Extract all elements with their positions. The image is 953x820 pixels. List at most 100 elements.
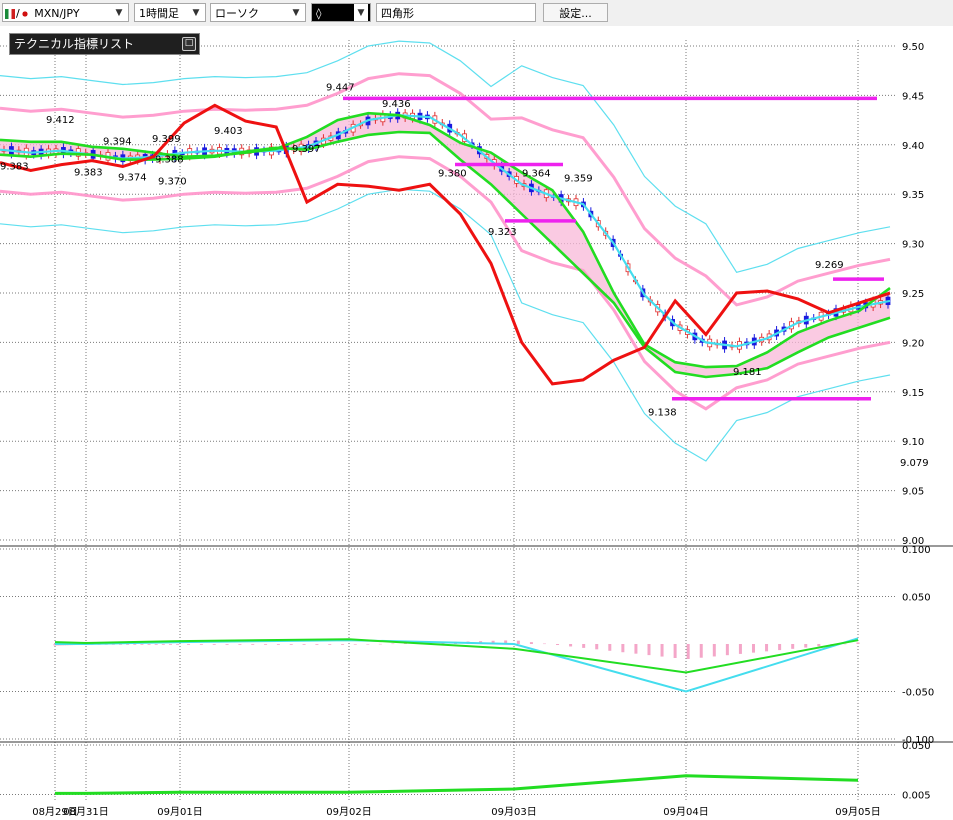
macd-histogram-bar bbox=[647, 644, 651, 656]
date-tick-label: 08月31日 bbox=[63, 806, 108, 818]
macd-histogram-bar bbox=[199, 644, 203, 645]
macd-histogram-bar bbox=[154, 644, 158, 645]
macd-tick-label: 0.050 bbox=[902, 593, 931, 604]
macd-histogram-bar bbox=[529, 642, 533, 644]
draw-tool-icon: ◊ bbox=[316, 7, 322, 20]
macd-histogram-bar bbox=[366, 644, 370, 645]
macd-histogram-bar bbox=[569, 644, 573, 647]
chart-area: 9.383 9.412 9.383 9.394 9.374 9.399 9.388 9.370… bbox=[0, 26, 953, 820]
price-annotation: 9.269 bbox=[815, 260, 844, 271]
macd-histogram-bar bbox=[276, 644, 280, 645]
chevron-down-icon[interactable]: ▼ bbox=[189, 4, 203, 21]
sub-tick-label: 0.005 bbox=[902, 791, 931, 802]
date-tick-label: 09月05日 bbox=[835, 806, 880, 818]
price-annotation: 9.394 bbox=[103, 137, 132, 148]
macd-tick-label: -0.050 bbox=[902, 688, 934, 699]
macd-tick-label: 0.100 bbox=[902, 545, 931, 556]
macd-histogram-bar bbox=[264, 644, 268, 645]
macd-histogram-bar bbox=[302, 644, 306, 645]
price-tick-label: 9.10 bbox=[902, 437, 924, 448]
symbol-select[interactable]: / MXN/JPY ▼ bbox=[2, 3, 129, 22]
macd-histogram-bar bbox=[778, 644, 782, 651]
macd-histogram-bar bbox=[289, 644, 293, 645]
price-tick-label: 9.05 bbox=[902, 487, 924, 498]
macd-histogram-bar bbox=[225, 644, 229, 645]
macd-histogram-bar bbox=[328, 644, 332, 645]
price-annotation: 9.380 bbox=[438, 169, 467, 180]
price-annotation: 9.383 bbox=[0, 162, 29, 173]
minimize-icon[interactable]: □ bbox=[182, 37, 196, 51]
price-annotation: 9.364 bbox=[522, 168, 551, 179]
macd-histogram-bar bbox=[712, 644, 716, 657]
shape-field[interactable]: 四角形 bbox=[376, 3, 536, 22]
price-annotation: 9.412 bbox=[46, 115, 75, 126]
macd-histogram-bar bbox=[251, 644, 255, 645]
price-tick-label: 9.25 bbox=[902, 289, 924, 300]
price-annotation: 9.181 bbox=[733, 367, 762, 378]
japan-flag-icon bbox=[19, 9, 30, 19]
chart-type-select[interactable]: ローソク ▼ bbox=[210, 3, 306, 22]
macd-histogram-bar bbox=[856, 642, 860, 644]
draw-tool-select[interactable]: ◊ ▼ bbox=[311, 3, 371, 22]
macd-histogram-bar bbox=[791, 644, 795, 649]
price-annotation: 9.397 bbox=[292, 144, 321, 155]
price-annotation: 9.388 bbox=[155, 155, 184, 166]
price-tick-label: 9.40 bbox=[902, 141, 924, 152]
macd-histogram-bar bbox=[582, 644, 586, 648]
symbol-label: MXN/JPY bbox=[34, 7, 80, 20]
macd-histogram-bar bbox=[391, 643, 395, 645]
price-tick-label: 9.20 bbox=[902, 338, 924, 349]
price-annotation: 9.138 bbox=[648, 408, 677, 419]
macd-histogram-bar bbox=[212, 644, 216, 645]
chevron-down-icon[interactable]: ▼ bbox=[354, 4, 368, 21]
macd-histogram-bar bbox=[176, 644, 180, 645]
chevron-down-icon[interactable]: ▼ bbox=[289, 4, 303, 21]
chevron-down-icon[interactable]: ▼ bbox=[112, 4, 126, 21]
macd-histogram-bar bbox=[353, 644, 357, 645]
macd-histogram-bar bbox=[542, 643, 546, 645]
settings-button[interactable]: 設定... bbox=[543, 3, 608, 22]
timeframe-select[interactable]: 1時間足 ▼ bbox=[134, 3, 206, 22]
shape-label: 四角形 bbox=[381, 7, 414, 20]
indicator-list-title: テクニカル指標リスト bbox=[14, 37, 135, 51]
macd-histogram-bar bbox=[168, 644, 172, 645]
price-annotation: 9.399 bbox=[152, 134, 181, 145]
price-annotation: 9.359 bbox=[564, 173, 593, 184]
macd-histogram-bar bbox=[140, 644, 144, 645]
indicator-list-panel[interactable]: テクニカル指標リスト □ bbox=[9, 33, 200, 55]
macd-histogram-bar bbox=[804, 644, 808, 648]
macd-histogram-bar bbox=[634, 644, 638, 654]
chart-type-label: ローソク bbox=[215, 7, 259, 20]
timeframe-label: 1時間足 bbox=[139, 7, 179, 20]
macd-histogram-bar bbox=[315, 644, 319, 645]
macd-histogram-bar bbox=[738, 644, 742, 654]
macd-histogram-bar bbox=[147, 644, 151, 645]
macd-histogram-bar bbox=[516, 640, 520, 644]
price-annotation: 9.370 bbox=[158, 176, 187, 187]
date-tick-label: 09月04日 bbox=[663, 806, 708, 818]
sub-tick-label: 0.050 bbox=[902, 741, 931, 752]
date-tick-label: 09月01日 bbox=[157, 806, 202, 818]
date-tick-label: 09月02日 bbox=[326, 806, 371, 818]
date-tick-label: 09月03日 bbox=[491, 806, 536, 818]
macd-histogram-bar bbox=[133, 644, 137, 645]
price-tick-label: 9.30 bbox=[902, 240, 924, 251]
macd-histogram-bar bbox=[765, 644, 769, 652]
macd-histogram-bar bbox=[751, 644, 755, 653]
price-tick-label: 9.35 bbox=[902, 190, 924, 201]
macd-histogram-bar bbox=[608, 644, 612, 651]
macd-histogram-bar bbox=[187, 644, 191, 645]
price-tick-label: 9.15 bbox=[902, 388, 924, 399]
macd-histogram-bar bbox=[341, 644, 345, 645]
toolbar: / MXN/JPY ▼ 1時間足 ▼ ローソク ▼ ◊ ▼ 四角形 設定... bbox=[0, 0, 953, 27]
price-annotation: 9.374 bbox=[118, 172, 147, 183]
price-tick-label: 9.50 bbox=[902, 42, 924, 53]
macd-histogram-bar bbox=[673, 644, 677, 658]
price-annotation: 9.323 bbox=[488, 227, 517, 238]
macd-histogram-bar bbox=[686, 644, 690, 659]
price-annotation: 9.383 bbox=[74, 168, 103, 179]
macd-histogram-bar bbox=[817, 644, 821, 647]
macd-histogram-bar bbox=[161, 644, 165, 645]
macd-histogram-bar bbox=[556, 644, 560, 646]
macd-histogram-bar bbox=[699, 644, 703, 658]
